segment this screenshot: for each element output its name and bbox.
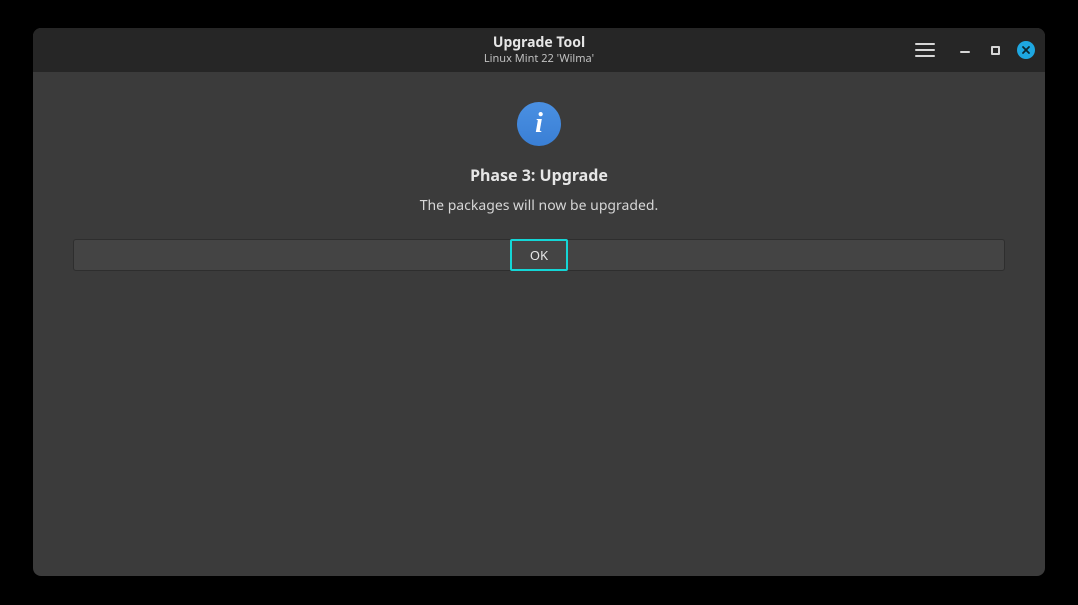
- info-icon-glyph: i: [535, 108, 543, 140]
- window-title: Upgrade Tool: [33, 35, 1045, 50]
- titlebar-controls: [915, 40, 1035, 60]
- phase-description: The packages will now be upgraded.: [420, 196, 659, 215]
- info-icon: i: [517, 102, 561, 146]
- close-icon: [1021, 45, 1031, 55]
- ok-button[interactable]: OK: [510, 239, 568, 271]
- maximize-icon: [991, 46, 1000, 55]
- content-area: i Phase 3: Upgrade The packages will now…: [33, 72, 1045, 576]
- maximize-button[interactable]: [987, 42, 1003, 58]
- close-button[interactable]: [1017, 41, 1035, 59]
- titlebar: Upgrade Tool Linux Mint 22 'Wilma': [33, 28, 1045, 72]
- window-subtitle: Linux Mint 22 'Wilma': [33, 52, 1045, 65]
- minimize-icon: [960, 51, 970, 53]
- ok-button-label: OK: [530, 246, 548, 264]
- upgrade-tool-window: Upgrade Tool Linux Mint 22 'Wilma' i: [33, 28, 1045, 576]
- title-center: Upgrade Tool Linux Mint 22 'Wilma': [33, 35, 1045, 66]
- phase-title: Phase 3: Upgrade: [470, 164, 608, 186]
- minimize-button[interactable]: [957, 42, 973, 58]
- button-bar: OK: [73, 239, 1005, 271]
- hamburger-menu-icon[interactable]: [915, 40, 935, 60]
